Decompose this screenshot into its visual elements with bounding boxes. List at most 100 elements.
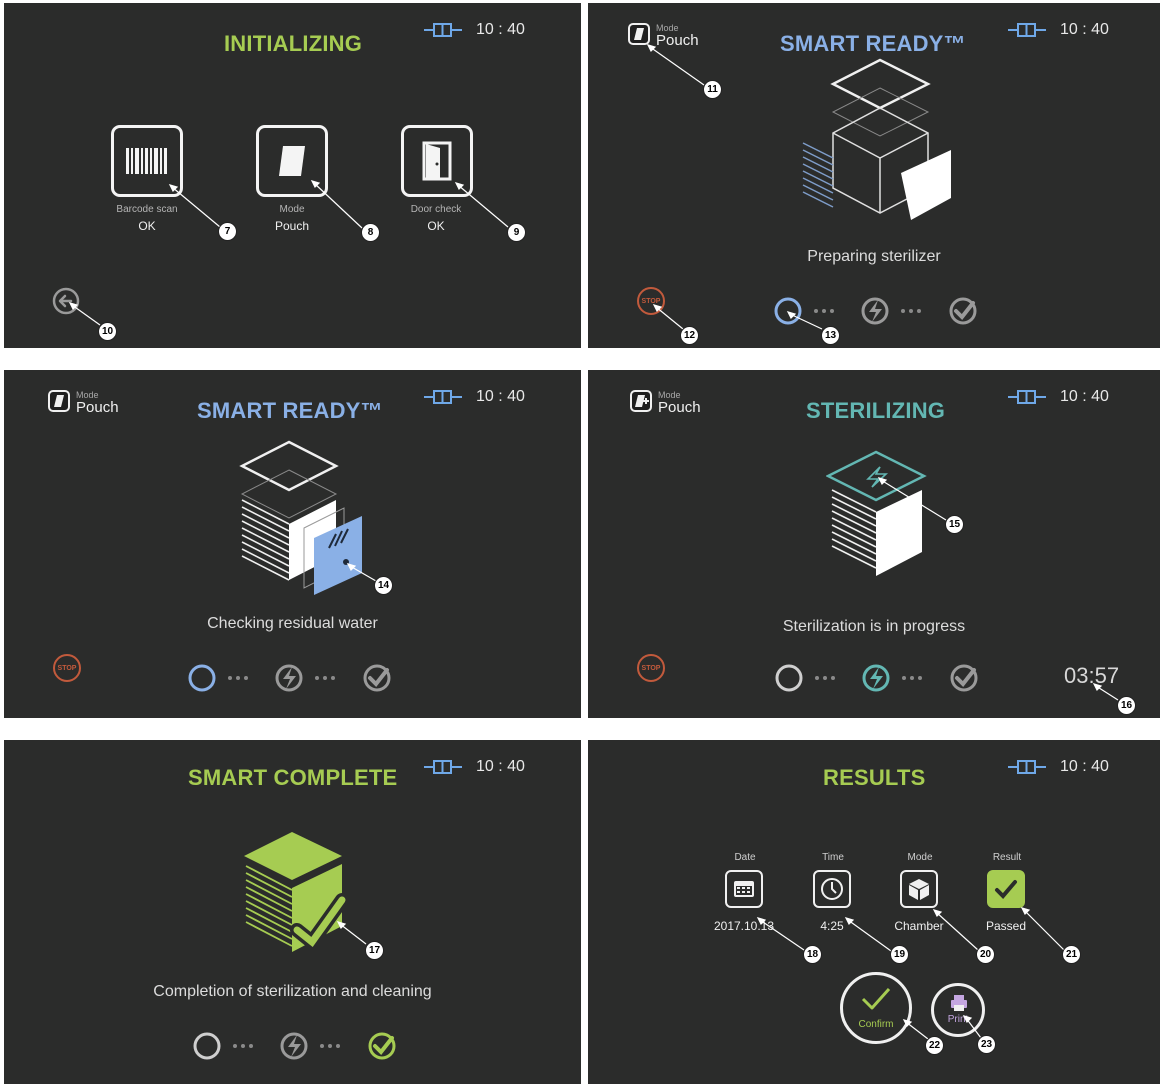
result-check-icon xyxy=(987,870,1025,908)
callout-9: 9 xyxy=(507,223,526,242)
callout-13: 13 xyxy=(821,326,840,345)
result-label: Result xyxy=(992,852,1022,863)
barcode-icon xyxy=(126,148,167,174)
callout-17: 17 xyxy=(365,941,384,960)
stop-button[interactable]: STOP xyxy=(637,654,665,682)
page-title: SMART READY™ xyxy=(197,398,383,423)
callout-22: 22 xyxy=(925,1036,944,1055)
status-bar: 10 : 40 xyxy=(1008,758,1109,776)
pouch-mode-icon xyxy=(48,390,70,412)
door-check-label: Door check xyxy=(410,204,462,215)
callout-15: 15 xyxy=(945,515,964,534)
callout-10: 10 xyxy=(98,322,117,341)
mode-value: Pouch xyxy=(656,32,699,49)
stop-button[interactable]: STOP xyxy=(53,654,81,682)
print-button[interactable]: Print xyxy=(931,983,985,1037)
mode-indicator: Mode Pouch xyxy=(48,390,119,416)
battery-icon xyxy=(1008,23,1046,37)
panel-results: RESULTS 10 : 40 Date 2017.10.13 Time 4:2… xyxy=(588,740,1160,1084)
sterilizing-cube-illustration xyxy=(826,450,927,576)
battery-icon xyxy=(424,390,462,404)
mode-indicator: Mode Pouch xyxy=(630,390,701,416)
panel-smart-ready-preparing: Mode Pouch SMART READY™ 10 : 40 Preparing… xyxy=(588,3,1160,348)
clock-time: 10 : 40 xyxy=(476,758,525,775)
callout-21: 21 xyxy=(1062,945,1081,964)
cycle-circle-icon xyxy=(774,297,802,325)
cycle-circle-icon xyxy=(193,1032,221,1060)
status-bar: 10 : 40 xyxy=(424,21,525,39)
clock-time: 10 : 40 xyxy=(1060,388,1109,405)
callout-16: 16 xyxy=(1117,696,1136,715)
progress-steps xyxy=(188,664,391,692)
mode-label: Mode xyxy=(279,204,305,215)
battery-icon xyxy=(424,23,462,37)
mode-value: Pouch xyxy=(274,219,310,233)
battery-icon xyxy=(1008,390,1046,404)
clock-time: 10 : 40 xyxy=(476,21,525,38)
confirm-button[interactable]: Confirm xyxy=(840,972,912,1044)
confirm-label: Confirm xyxy=(858,1019,894,1030)
mode-label: Mode xyxy=(907,852,933,863)
mode-value: Chamber xyxy=(894,919,944,933)
date-label: Date xyxy=(734,852,756,863)
mode-value: Pouch xyxy=(658,399,701,416)
page-title: INITIALIZING xyxy=(224,31,363,56)
status-message: Preparing sterilizer xyxy=(807,248,941,265)
status-bar: 10 : 40 xyxy=(424,388,525,406)
callout-12: 12 xyxy=(680,326,699,345)
mode-indicator: Mode Pouch xyxy=(628,23,699,49)
progress-steps xyxy=(774,297,977,325)
callout-20: 20 xyxy=(976,945,995,964)
panel-smart-complete: SMART COMPLETE 10 : 40 Completion of ste… xyxy=(4,740,581,1084)
pouch-mode-icon xyxy=(279,146,305,176)
page-title: RESULTS xyxy=(823,765,926,790)
panel-sterilizing: Mode Pouch STERILIZING 10 : 40 Sterilizat… xyxy=(588,370,1160,718)
barcode-scan-label: Barcode scan xyxy=(116,204,178,215)
date-value: 2017.10.13 xyxy=(713,919,775,933)
mode-value: Pouch xyxy=(76,399,119,416)
status-message: Completion of sterilization and cleaning xyxy=(153,983,432,1000)
barcode-scan-value: OK xyxy=(138,219,156,233)
battery-icon xyxy=(1008,760,1046,774)
exploded-cube-illustration xyxy=(802,58,951,220)
panel-smart-ready-checking: Mode Pouch SMART READY™ 10 : 40 Checking … xyxy=(4,370,581,718)
chamber-mode-icon xyxy=(900,870,938,908)
clock-icon xyxy=(813,870,851,908)
door-check-value: OK xyxy=(427,219,445,233)
cycle-circle-icon xyxy=(775,664,803,692)
progress-steps xyxy=(193,1032,396,1060)
calendar-icon xyxy=(725,870,763,908)
status-message: Checking residual water xyxy=(207,615,378,632)
time-value: 4:25 xyxy=(820,919,844,933)
callout-8: 8 xyxy=(361,223,380,242)
callout-7: 7 xyxy=(218,222,237,241)
stop-button[interactable]: STOP xyxy=(637,287,665,315)
status-bar: 10 : 40 xyxy=(1008,388,1109,406)
progress-steps xyxy=(775,664,978,692)
barcode-scan-tile xyxy=(111,125,183,197)
print-label: Print xyxy=(947,1014,969,1025)
mode-tile xyxy=(256,125,328,197)
clock-time: 10 : 40 xyxy=(1060,21,1109,38)
clock-time: 10 : 40 xyxy=(1060,758,1109,775)
status-bar: 10 : 40 xyxy=(424,758,525,776)
callout-23: 23 xyxy=(977,1035,996,1054)
time-label: Time xyxy=(822,852,844,863)
printer-icon xyxy=(951,995,967,1011)
callout-11: 11 xyxy=(703,80,722,99)
page-title: SMART COMPLETE xyxy=(188,765,398,790)
callout-14: 14 xyxy=(374,576,393,595)
battery-icon xyxy=(424,760,462,774)
pouch-mode-icon xyxy=(630,390,652,412)
pouch-mode-icon xyxy=(628,23,650,45)
door-check-tile xyxy=(401,125,473,197)
complete-cube-illustration xyxy=(244,832,349,953)
status-message: Sterilization is in progress xyxy=(782,618,966,635)
clock-time: 10 : 40 xyxy=(476,388,525,405)
remaining-timer: 03:57 xyxy=(1064,663,1120,688)
water-check-illustration xyxy=(239,440,362,595)
status-bar: 10 : 40 xyxy=(1008,21,1109,39)
callout-19: 19 xyxy=(890,945,909,964)
back-arrow-icon[interactable] xyxy=(52,287,80,315)
callout-18: 18 xyxy=(803,945,822,964)
